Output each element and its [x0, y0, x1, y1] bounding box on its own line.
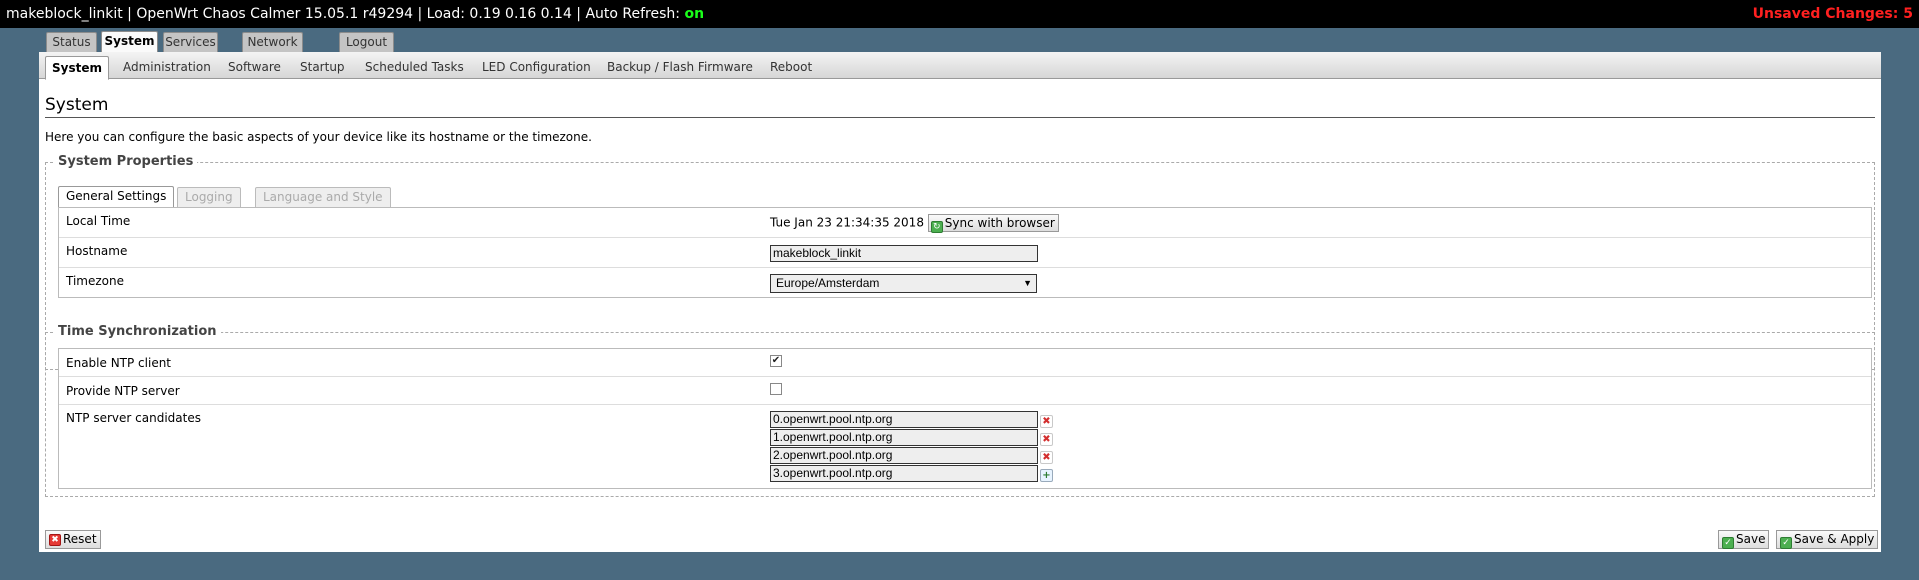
ntp-candidate-row: 0.openwrt.pool.ntp.org ✖: [770, 411, 1060, 429]
title-divider: [45, 117, 1875, 118]
subtab-reboot[interactable]: Reboot: [764, 56, 818, 79]
tab-status[interactable]: Status: [46, 32, 97, 53]
row-provide-ntp: Provide NTP server: [59, 377, 1871, 405]
header-bar: makeblock_linkit | OpenWrt Chaos Calmer …: [0, 0, 1919, 28]
ntp-candidate-row: 2.openwrt.pool.ntp.org ✖: [770, 447, 1060, 465]
subtab-software[interactable]: Software: [222, 56, 287, 79]
tab-logging[interactable]: Logging: [177, 187, 241, 208]
enable-ntp-checkbox[interactable]: ✔: [770, 355, 782, 367]
provide-ntp-checkbox[interactable]: [770, 383, 782, 395]
remove-icon[interactable]: ✖: [1040, 451, 1053, 464]
header-title: makeblock_linkit | OpenWrt Chaos Calmer …: [6, 6, 681, 22]
local-time-value-group: Tue Jan 23 21:34:35 2018 ↻ Sync with brow…: [770, 214, 1059, 233]
tab-system[interactable]: System: [101, 31, 158, 53]
local-time-value: Tue Jan 23 21:34:35 2018: [770, 215, 924, 230]
sync-icon: ↻: [930, 221, 943, 233]
unsaved-changes-label: Unsaved Changes:: [1752, 6, 1899, 22]
hostname-label: Hostname: [66, 244, 128, 258]
ntp-server-input[interactable]: 1.openwrt.pool.ntp.org: [770, 429, 1038, 446]
save-button[interactable]: ✓ Save: [1718, 530, 1770, 549]
general-settings-table: Local Time Tue Jan 23 21:34:35 2018 ↻ Syn…: [58, 207, 1872, 298]
dropdown-arrow-icon: ▼: [1023, 278, 1032, 288]
timezone-value-wrap: Europe/Amsterdam ▼: [770, 274, 1037, 293]
ntp-candidates-label: NTP server candidates: [66, 411, 201, 425]
save-icon: ✓: [1722, 537, 1734, 549]
remove-icon[interactable]: ✖: [1040, 433, 1053, 446]
ntp-candidate-row: 3.openwrt.pool.ntp.org +: [770, 465, 1060, 483]
save-label: Save: [1736, 532, 1766, 546]
subtab-led-configuration[interactable]: LED Configuration: [476, 56, 597, 79]
unsaved-changes-link[interactable]: Unsaved Changes: 5: [1753, 0, 1913, 28]
row-timezone: Timezone Europe/Amsterdam ▼: [59, 268, 1871, 298]
reset-button[interactable]: ✖ Reset: [45, 530, 101, 549]
sync-browser-label: Sync with browser: [944, 216, 1055, 230]
ntp-candidate-row: 1.openwrt.pool.ntp.org ✖: [770, 429, 1060, 447]
timezone-label: Timezone: [66, 274, 124, 288]
remove-icon[interactable]: ✖: [1040, 415, 1053, 428]
row-enable-ntp: Enable NTP client ✔: [59, 349, 1871, 377]
row-local-time: Local Time Tue Jan 23 21:34:35 2018 ↻ Syn…: [59, 208, 1871, 238]
auto-refresh-toggle[interactable]: on: [684, 6, 704, 22]
save-apply-label: Save & Apply: [1794, 532, 1875, 546]
tab-services[interactable]: Services: [163, 32, 218, 53]
row-hostname: Hostname makeblock_linkit: [59, 238, 1871, 268]
ntp-server-input[interactable]: 3.openwrt.pool.ntp.org: [770, 465, 1038, 482]
enable-ntp-label: Enable NTP client: [66, 356, 172, 370]
ntp-candidates-list: 0.openwrt.pool.ntp.org ✖ 1.openwrt.pool.…: [770, 411, 1060, 483]
tab-logout[interactable]: Logout: [339, 32, 394, 53]
subtab-scheduled-tasks[interactable]: Scheduled Tasks: [359, 56, 470, 79]
ntp-server-input[interactable]: 2.openwrt.pool.ntp.org: [770, 447, 1038, 464]
reset-label: Reset: [63, 532, 97, 546]
subtab-system[interactable]: System: [45, 56, 109, 80]
reset-icon: ✖: [49, 533, 61, 546]
hostname-value-wrap: makeblock_linkit: [770, 245, 1038, 262]
subtab-administration[interactable]: Administration: [117, 56, 217, 79]
timezone-selected-value: Europe/Amsterdam: [776, 276, 880, 290]
save-apply-button[interactable]: ✓ Save & Apply: [1776, 530, 1879, 549]
save-apply-icon: ✓: [1780, 537, 1792, 549]
content-panel: System Administration Software Startup S…: [39, 52, 1881, 552]
time-sync-legend: Time Synchronization: [54, 324, 221, 339]
tab-network[interactable]: Network: [242, 32, 303, 53]
provide-ntp-wrap: [770, 383, 782, 395]
enable-ntp-wrap: ✔: [770, 355, 782, 367]
tab-language-style[interactable]: Language and Style: [255, 187, 391, 208]
hostname-input[interactable]: makeblock_linkit: [770, 245, 1038, 262]
provide-ntp-label: Provide NTP server: [66, 384, 180, 398]
page-title: System: [45, 95, 109, 115]
row-ntp-candidates: NTP server candidates 0.openwrt.pool.ntp…: [59, 405, 1871, 490]
unsaved-changes-count: 5: [1903, 6, 1913, 22]
add-icon[interactable]: +: [1040, 469, 1053, 482]
time-sync-section: Time Synchronization Enable NTP client ✔…: [45, 324, 1875, 497]
sync-browser-button[interactable]: ↻ Sync with browser: [927, 214, 1059, 233]
local-time-label: Local Time: [66, 214, 131, 228]
subtab-backup-flash[interactable]: Backup / Flash Firmware: [601, 56, 759, 79]
page-description: Here you can configure the basic aspects…: [45, 130, 592, 144]
timezone-select[interactable]: Europe/Amsterdam ▼: [770, 274, 1037, 293]
tab-general-settings[interactable]: General Settings: [58, 186, 175, 208]
ntp-server-input[interactable]: 0.openwrt.pool.ntp.org: [770, 411, 1038, 428]
time-sync-table: Enable NTP client ✔ Provide NTP server N…: [58, 348, 1872, 489]
system-properties-legend: System Properties: [54, 154, 198, 169]
subtab-startup[interactable]: Startup: [294, 56, 351, 79]
sub-tabs: System Administration Software Startup S…: [39, 52, 1881, 80]
